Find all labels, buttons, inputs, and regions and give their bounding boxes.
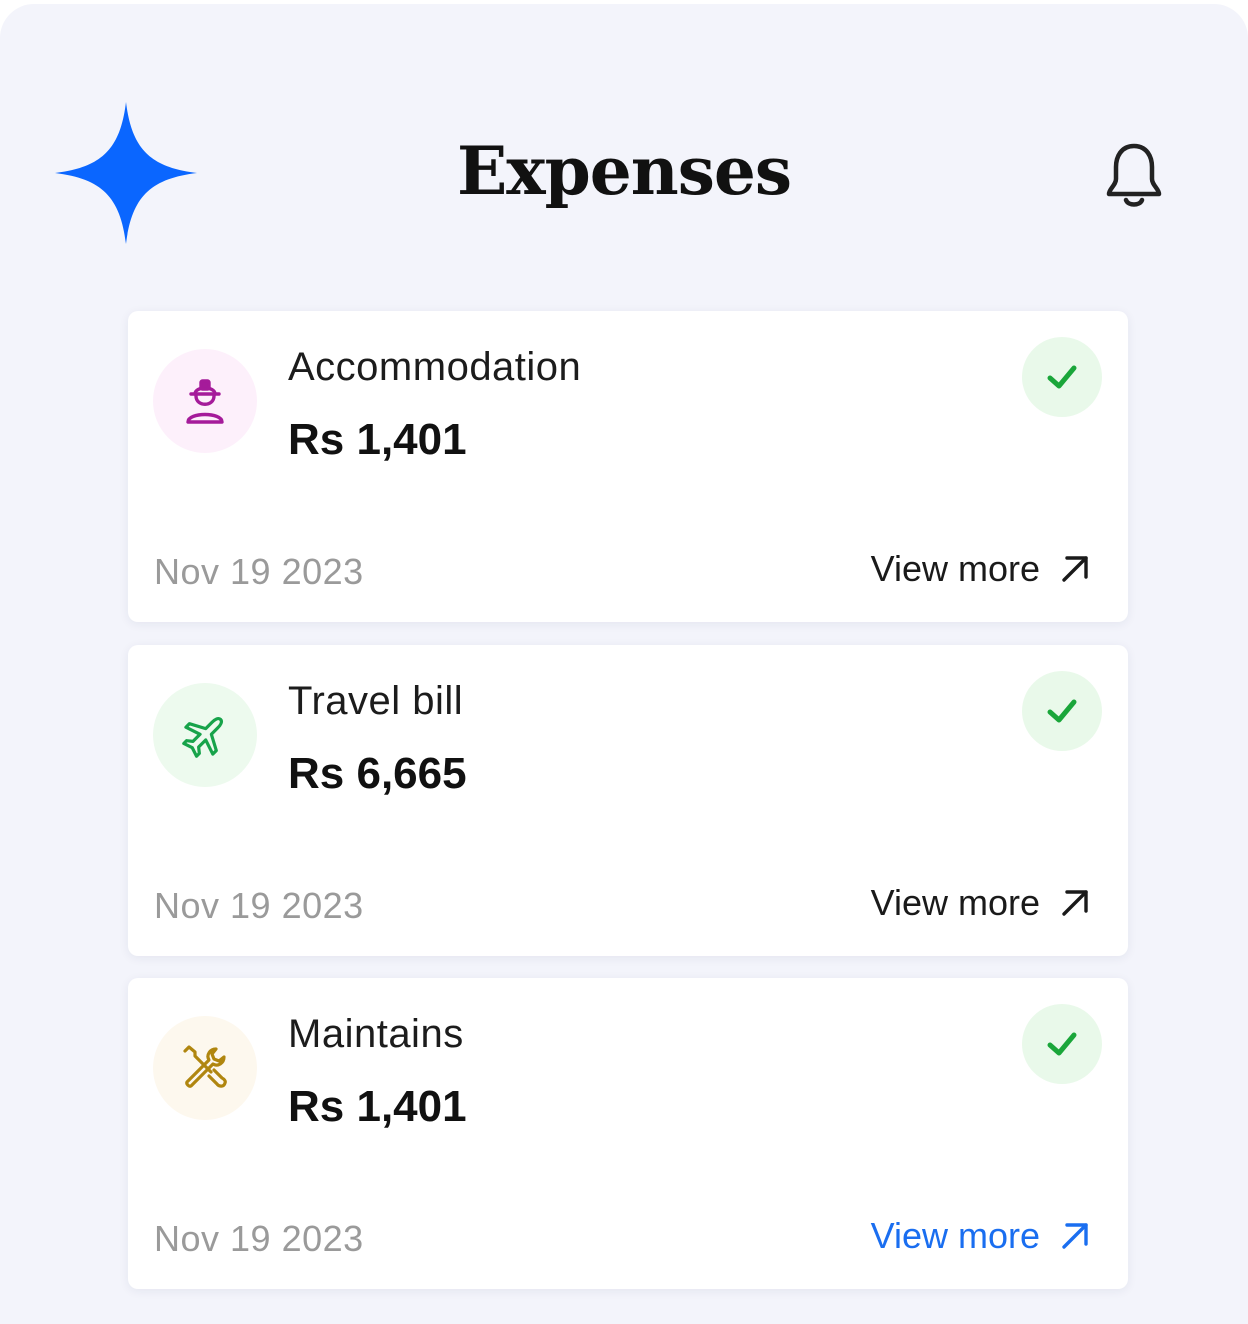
expense-card-travel-bill[interactable]: Travel bill Rs 6,665 Nov 19 2023 View mo… — [128, 645, 1128, 956]
view-more-label: View more — [870, 1215, 1040, 1256]
expense-category: Maintains — [288, 1012, 464, 1056]
category-icon-badge — [153, 349, 257, 453]
view-more-link[interactable]: View more — [871, 548, 1092, 590]
expense-date: Nov 19 2023 — [154, 885, 364, 926]
tools-icon — [183, 1045, 227, 1088]
view-more-link[interactable]: View more — [871, 1215, 1092, 1257]
airplane-icon — [182, 716, 224, 758]
expense-amount: Rs 1,401 — [288, 415, 467, 464]
expenses-screen: Expenses Accommodation Rs 1,401 Nov 19 2… — [0, 4, 1248, 1324]
expense-card-maintains[interactable]: Maintains Rs 1,401 Nov 19 2023 View more — [128, 978, 1128, 1289]
worker-icon — [186, 379, 224, 424]
arrow-up-right-icon — [1062, 890, 1088, 916]
expense-amount: Rs 1,401 — [288, 1082, 467, 1131]
expense-date: Nov 19 2023 — [154, 551, 364, 592]
arrow-up-right-icon — [1062, 1223, 1088, 1249]
expense-amount: Rs 6,665 — [288, 749, 467, 798]
category-icon-badge — [153, 1016, 257, 1120]
category-icon-badge — [153, 683, 257, 787]
view-more-link[interactable]: View more — [871, 882, 1092, 924]
expense-card-accommodation[interactable]: Accommodation Rs 1,401 Nov 19 2023 View … — [128, 311, 1128, 622]
page-title: Expenses — [456, 132, 792, 210]
status-badge — [1022, 337, 1102, 417]
bell-icon[interactable] — [1104, 142, 1164, 210]
view-more-label: View more — [870, 548, 1040, 589]
arrow-up-right-icon — [1062, 556, 1088, 582]
expense-category: Accommodation — [288, 345, 582, 389]
status-badge — [1022, 671, 1102, 751]
check-icon — [1047, 365, 1077, 389]
status-badge — [1022, 1004, 1102, 1084]
check-icon — [1047, 699, 1077, 723]
view-more-label: View more — [870, 882, 1040, 923]
expense-date: Nov 19 2023 — [154, 1218, 364, 1259]
expense-category: Travel bill — [288, 679, 464, 723]
check-icon — [1047, 1032, 1077, 1056]
